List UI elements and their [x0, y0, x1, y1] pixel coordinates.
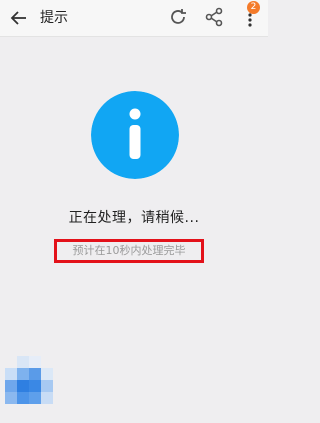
avatar[interactable]	[5, 356, 53, 408]
hint-text: 预计在10秒内处理完毕	[72, 244, 186, 257]
status-text: 正在处理，请稍候...	[68, 210, 200, 226]
arrow-left-icon[interactable]	[9, 8, 29, 28]
share-icon[interactable]	[204, 7, 224, 27]
info-icon	[91, 91, 179, 179]
notification-badge: 2	[247, 1, 260, 14]
refresh-icon[interactable]	[168, 7, 188, 27]
top-bar: 提示 2	[0, 0, 268, 37]
page-title: 提示	[40, 10, 68, 26]
